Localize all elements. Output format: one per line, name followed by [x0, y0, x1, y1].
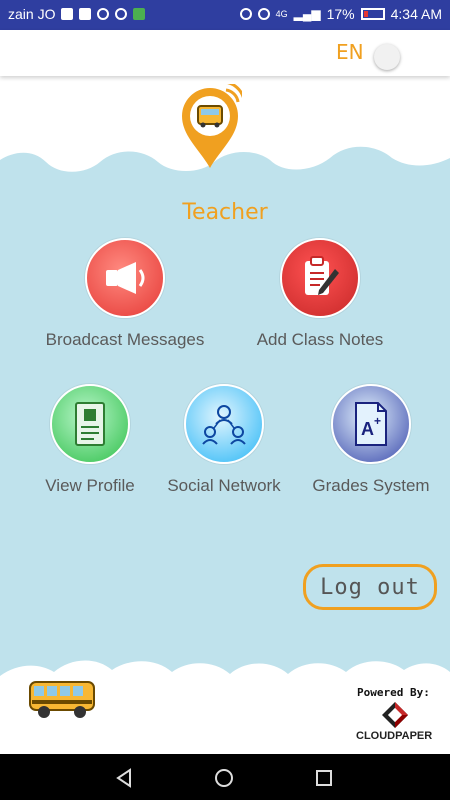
grade-a-plus-icon: A +: [331, 384, 411, 464]
grades-system-tile[interactable]: A + Grades System: [306, 384, 436, 496]
add-class-notes-tile[interactable]: Add Class Notes: [230, 238, 410, 350]
app-logo-icon: [182, 84, 242, 168]
view-profile-tile[interactable]: View Profile: [30, 384, 150, 496]
tile-label: Grades System: [312, 476, 430, 495]
tile-label: Social Network: [167, 476, 281, 495]
headset-icon: [239, 8, 252, 20]
tile-label: View Profile: [45, 476, 135, 495]
tile-label: Add Class Notes: [256, 330, 384, 349]
home-icon[interactable]: [214, 768, 234, 788]
clock-time: 4:34 AM: [390, 6, 442, 22]
notes-pencil-icon: [280, 238, 360, 318]
broadcast-messages-tile[interactable]: Broadcast Messages: [35, 238, 215, 350]
powered-by-label: Powered By:: [357, 686, 430, 699]
svg-text:A: A: [361, 419, 374, 439]
cloudpaper-logo-icon: [382, 702, 408, 728]
sim-icon: [61, 8, 74, 20]
school-bus-icon: [29, 681, 95, 718]
battery-percent: 17%: [326, 6, 355, 22]
app-notification-icon: [133, 8, 146, 20]
battery-icon: [360, 8, 385, 20]
status-bar: zain JO 4G ▂▄▆ 17% 4:34 AM: [0, 0, 450, 30]
image-icon: [79, 8, 92, 20]
back-icon[interactable]: [114, 768, 134, 788]
recents-icon[interactable]: [314, 768, 334, 788]
language-label: EN: [336, 40, 364, 64]
signal-icon: ▂▄▆: [293, 7, 321, 21]
social-network-tile[interactable]: Social Network: [154, 384, 294, 496]
header-hero: [0, 76, 450, 186]
language-toggle[interactable]: [374, 44, 400, 70]
people-network-icon: [184, 384, 264, 464]
logout-button[interactable]: Log out: [303, 564, 437, 610]
megaphone-icon: [85, 238, 165, 318]
sync-icon: [97, 8, 110, 20]
company-name: CLOUDPAPER: [356, 730, 433, 742]
pinterest-icon: [115, 8, 128, 20]
navigation-bar: [0, 754, 450, 800]
top-bar: EN: [0, 30, 450, 76]
profile-document-icon: [50, 384, 130, 464]
tile-label: Broadcast Messages: [45, 330, 205, 349]
network-type: 4G: [275, 9, 288, 19]
carrier-name: zain JO: [8, 6, 56, 22]
role-title: Teacher: [182, 200, 268, 225]
alarm-icon: [257, 8, 270, 20]
svg-text:+: +: [374, 414, 381, 428]
